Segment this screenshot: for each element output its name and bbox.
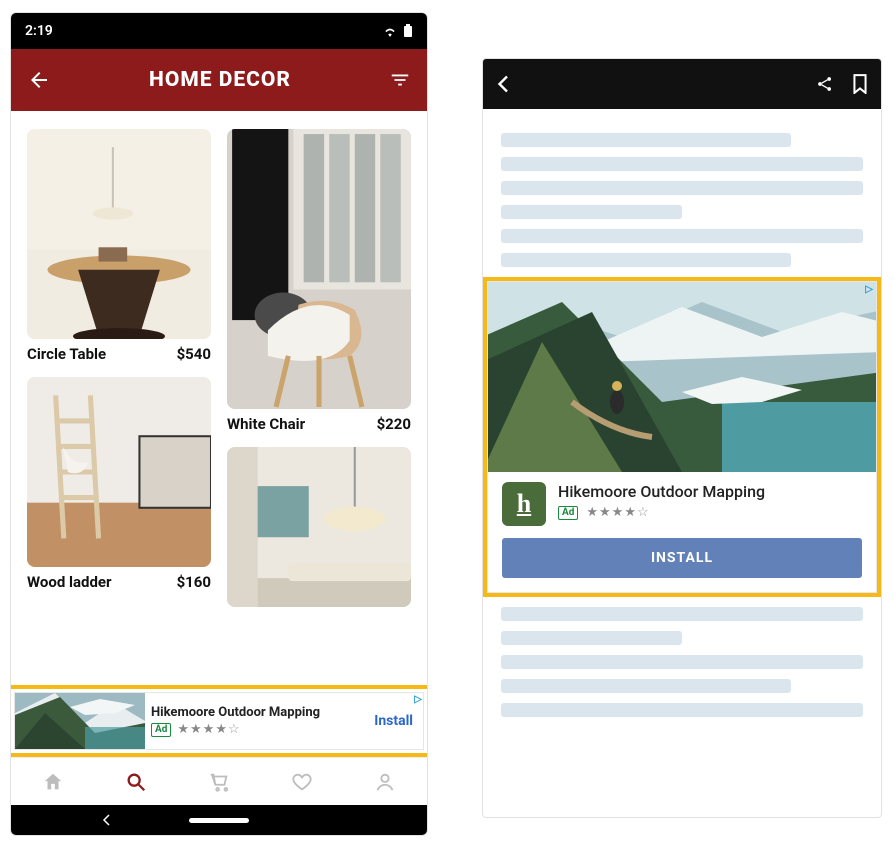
- product-price: $220: [377, 415, 411, 433]
- product-meta: Circle Table $540: [27, 345, 211, 363]
- page-title: HOME DECOR: [149, 68, 291, 92]
- ad-title: Hikemoore Outdoor Mapping: [558, 482, 765, 501]
- text-skeleton: [501, 679, 791, 693]
- product-price: $540: [177, 345, 211, 363]
- text-skeleton: [501, 181, 863, 195]
- ad-highlight-frame: Hikemoore Outdoor Mapping Ad ★★★★☆ Insta…: [11, 685, 427, 757]
- text-skeleton: [501, 631, 682, 645]
- ad-app-icon: h: [502, 482, 546, 526]
- tab-home-icon[interactable]: [42, 771, 64, 793]
- ad-image: [15, 693, 145, 749]
- back-icon[interactable]: [495, 75, 513, 93]
- ad-badge: Ad: [151, 723, 171, 737]
- android-nav-bar: [11, 805, 427, 835]
- text-skeleton: [501, 703, 863, 717]
- text-skeleton: [501, 655, 863, 669]
- product-meta: White Chair $220: [227, 415, 411, 433]
- status-time: 2:19: [25, 23, 53, 39]
- back-icon[interactable]: [27, 68, 51, 92]
- tab-cart-icon[interactable]: [208, 771, 230, 793]
- phone-article: ▷ h Hikemoore Outdoor Mapping Ad ★★★★☆: [482, 58, 882, 818]
- status-bar: 2:19: [11, 13, 427, 49]
- tab-search-icon[interactable]: [125, 771, 147, 793]
- text-skeleton: [501, 607, 863, 621]
- nav-home-pill[interactable]: [189, 818, 249, 823]
- product-price: $160: [177, 573, 211, 591]
- filter-icon[interactable]: [389, 69, 411, 91]
- product-card-partial[interactable]: [227, 447, 411, 607]
- product-card-white-chair[interactable]: White Chair $220: [227, 129, 411, 433]
- adchoices-icon[interactable]: ▷: [865, 284, 873, 295]
- share-icon[interactable]: [815, 74, 835, 94]
- product-image: [27, 129, 211, 339]
- ad-highlight-frame: ▷ h Hikemoore Outdoor Mapping Ad ★★★★☆: [483, 277, 881, 597]
- product-name: White Chair: [227, 415, 305, 433]
- battery-icon: [403, 24, 413, 38]
- tab-profile-icon[interactable]: [374, 771, 396, 793]
- text-skeleton: [501, 229, 863, 243]
- wifi-icon: [383, 25, 397, 37]
- banner-ad[interactable]: Hikemoore Outdoor Mapping Ad ★★★★☆ Insta…: [14, 692, 424, 750]
- product-image: [27, 377, 211, 567]
- product-name: Circle Table: [27, 345, 106, 363]
- bottom-nav: [11, 757, 427, 805]
- adchoices-icon[interactable]: ▷: [414, 694, 422, 705]
- ad-image: ▷: [488, 282, 876, 472]
- product-image: [227, 129, 411, 409]
- status-icons: [383, 24, 413, 38]
- text-skeleton: [501, 133, 791, 147]
- product-name: Wood ladder: [27, 573, 112, 591]
- product-meta: Wood ladder $160: [27, 573, 211, 591]
- native-ad[interactable]: ▷ h Hikemoore Outdoor Mapping Ad ★★★★☆: [487, 281, 877, 593]
- text-skeleton: [501, 253, 791, 267]
- article-topbar: [483, 59, 881, 109]
- product-card-wood-ladder[interactable]: Wood ladder $160: [27, 377, 211, 591]
- product-card-circle-table[interactable]: Circle Table $540: [27, 129, 211, 363]
- ad-badge: Ad: [558, 506, 578, 520]
- tab-favorites-icon[interactable]: [291, 771, 313, 793]
- phone-home-decor: 2:19 HOME DECOR: [10, 12, 428, 836]
- ad-title: Hikemoore Outdoor Mapping: [151, 705, 368, 720]
- ad-rating: ★★★★☆: [586, 505, 648, 520]
- product-grid: Circle Table $540: [11, 111, 427, 835]
- ad-install-button[interactable]: Install: [374, 713, 423, 729]
- nav-back-icon[interactable]: [101, 814, 113, 826]
- ad-install-button[interactable]: INSTALL: [502, 538, 862, 578]
- bookmark-icon[interactable]: [851, 74, 869, 94]
- ad-rating: ★★★★☆: [177, 722, 239, 737]
- text-skeleton: [501, 157, 863, 171]
- app-bar: HOME DECOR: [11, 49, 427, 111]
- article-body: ▷ h Hikemoore Outdoor Mapping Ad ★★★★☆: [483, 109, 881, 741]
- product-image: [227, 447, 411, 607]
- text-skeleton: [501, 205, 682, 219]
